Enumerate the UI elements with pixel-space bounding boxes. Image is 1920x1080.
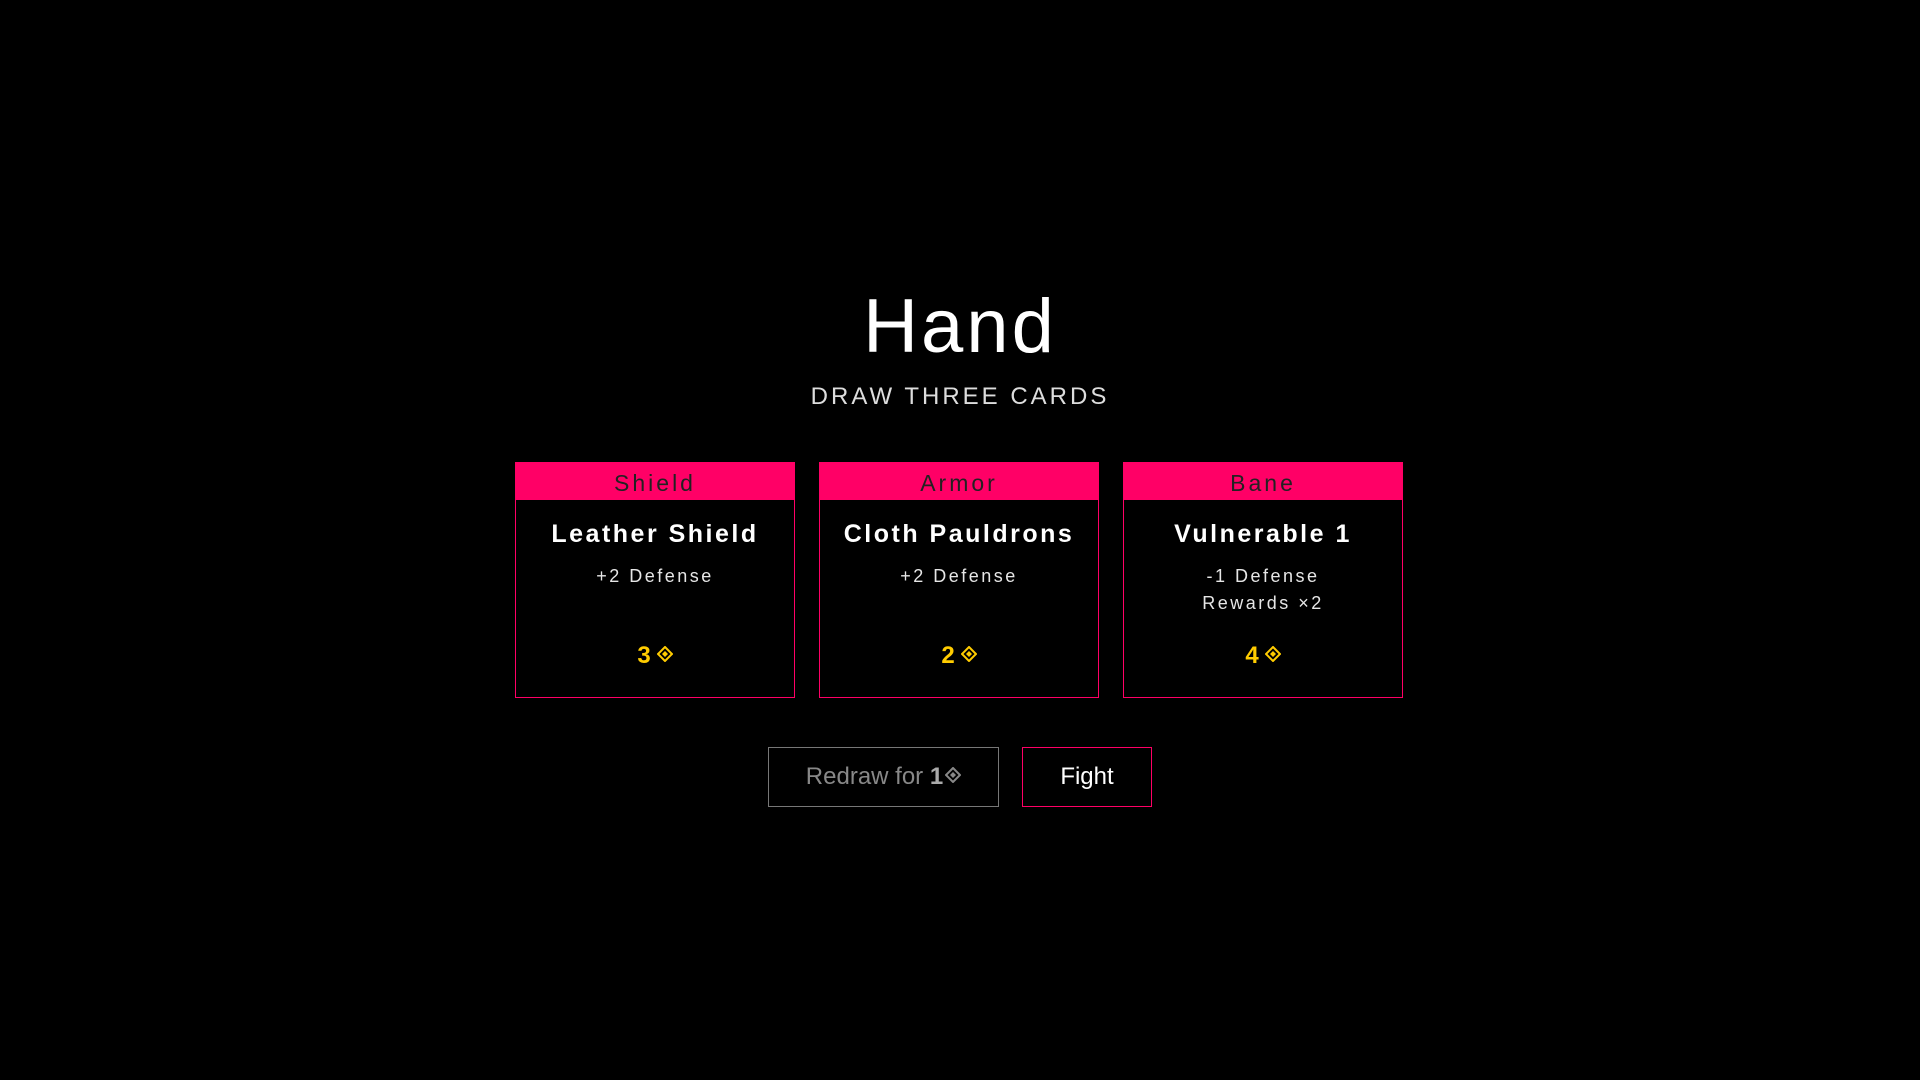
redraw-cost: 1 [929,763,944,790]
card-description: -1 Defense Rewards ×2 [1124,563,1402,617]
card-cost-value: 3 [637,642,651,669]
gem-icon [656,640,674,670]
action-bar: Redraw for 1 Fight [0,747,1920,809]
card-vulnerable-1[interactable]: Bane Vulnerable 1 -1 Defense Rewards ×2 … [1123,462,1403,698]
card-type-label: Armor [820,463,1098,500]
card-cost-value: 4 [1245,642,1259,669]
card-effect: +2 Defense [900,566,1018,586]
redraw-button[interactable]: Redraw for 1 [768,747,999,807]
card-cost: 2 [820,641,1098,671]
card-cost-value: 2 [941,642,955,669]
card-name: Cloth Pauldrons [843,520,1075,548]
card-type-label: Shield [516,463,794,500]
fight-button[interactable]: Fight [1022,747,1152,807]
screen-title: Hand [863,284,1057,369]
card-cost: 4 [1124,641,1402,671]
card-cloth-pauldrons[interactable]: Armor Cloth Pauldrons +2 Defense 2 [819,462,1099,698]
card-description: +2 Defense [516,563,794,590]
screen-subtitle: DRAW THREE CARDS [810,383,1110,410]
card-type-label: Bane [1124,463,1402,500]
gem-icon [1264,640,1282,670]
redraw-label: Redraw for [805,763,930,790]
hand: Shield Leather Shield +2 Defense 3 Armor… [515,462,1405,700]
card-effect: +2 Defense [596,566,714,586]
card-name: Leather Shield [551,520,759,548]
card-cost: 3 [516,641,794,671]
gem-icon [944,747,962,805]
card-leather-shield[interactable]: Shield Leather Shield +2 Defense 3 [515,462,795,698]
card-effect: Rewards ×2 [1202,593,1324,613]
gem-icon [960,640,978,670]
card-name: Vulnerable 1 [1174,520,1352,548]
card-draw-screen: Hand DRAW THREE CARDS Shield Leather Shi… [0,0,1920,1080]
card-effect: -1 Defense [1206,566,1320,586]
card-description: +2 Defense [820,563,1098,590]
